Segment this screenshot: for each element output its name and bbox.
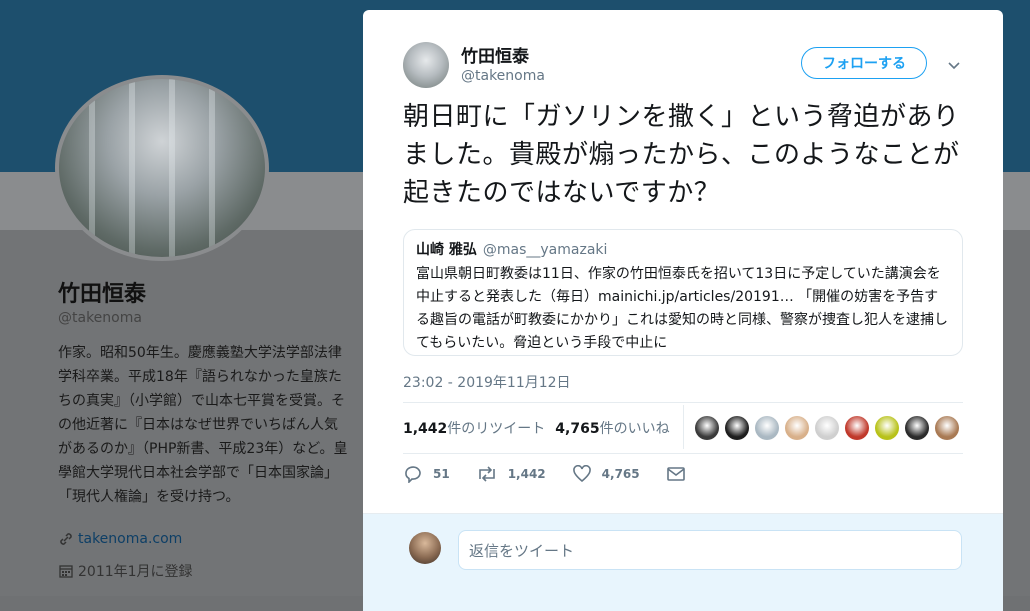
current-user-avatar[interactable] [409,532,441,564]
profile-joined-text: 2011年1月に登録 [78,564,193,580]
profile-handle: @takenoma [58,310,142,326]
tweet-actions: 51 1,442 4,765 [403,465,712,483]
tweet-author-handle[interactable]: @takenoma [461,68,545,84]
tweet-text: 朝日町に「ガソリンを撒く」という脅迫がありました。貴殿が煽ったから、このようなこ… [403,102,960,208]
reply-count: 51 [433,467,450,481]
message-action[interactable] [666,465,686,483]
like-action[interactable]: 4,765 [572,465,640,483]
like-count: 4,765 [601,467,640,481]
liker-avatar[interactable] [845,416,869,440]
liker-avatar[interactable] [875,416,899,440]
reply-input[interactable]: 返信をツイート [458,530,962,570]
divider [403,453,963,454]
quoted-tweet[interactable]: 山崎 雅弘 @mas__yamazaki 富山県朝日町教委は11日、作家の竹田恒泰… [403,229,963,356]
liker-avatar[interactable] [725,416,749,440]
stats-separator [683,405,684,449]
retweet-action[interactable]: 1,442 [476,465,546,483]
profile-avatar[interactable] [55,75,269,261]
liker-avatars [695,416,959,440]
liker-avatar[interactable] [755,416,779,440]
tweet-author-avatar[interactable] [403,42,449,88]
liker-avatar[interactable] [905,416,929,440]
retweet-icon [478,466,495,482]
chevron-down-icon[interactable] [945,56,963,74]
profile-joined: 2011年1月に登録 [58,561,193,581]
link-icon [60,533,72,545]
tweet-author-name[interactable]: 竹田恒泰 [461,42,529,67]
profile-website-link[interactable]: takenoma.com [78,531,182,547]
reply-icon [405,466,421,483]
profile-website[interactable]: takenoma.com [58,531,182,547]
heart-icon [572,465,591,483]
liker-avatar[interactable] [695,416,719,440]
quoted-author-name: 山崎 雅弘 [416,242,477,258]
profile-bio: 作家。昭和50年生。慶應義塾大学法学部法律学科卒業。平成18年『語られなかった皇… [58,345,348,505]
divider [403,402,963,403]
quoted-tweet-header: 山崎 雅弘 @mas__yamazaki [416,239,950,259]
reply-composer: 返信をツイート [363,513,1003,611]
reply-action[interactable]: 51 [403,465,450,483]
liker-avatar[interactable] [815,416,839,440]
liker-avatar[interactable] [785,416,809,440]
like-stat[interactable]: 4,765件のいいね [555,418,669,438]
envelope-icon [666,467,685,481]
profile-name: 竹田恒泰 [58,282,147,307]
quoted-author-handle: @mas__yamazaki [482,242,608,258]
liker-avatar[interactable] [935,416,959,440]
tweet-stats: 1,442件のリツイート 4,765件のいいね [403,418,670,438]
calendar-icon [59,565,73,578]
follow-button[interactable]: フォローする [801,47,927,79]
retweet-count: 1,442 [507,467,546,481]
tweet-modal: 竹田恒泰 @takenoma フォローする 朝日町に「ガソリンを撒く」という脅迫… [363,10,1003,611]
tweet-timestamp[interactable]: 23:02 - 2019年11月12日 [403,372,571,392]
quoted-tweet-text: 富山県朝日町教委は11日、作家の竹田恒泰氏を招いて13日に予定していた講演会を中… [416,266,948,351]
retweet-stat[interactable]: 1,442件のリツイート [403,418,545,438]
